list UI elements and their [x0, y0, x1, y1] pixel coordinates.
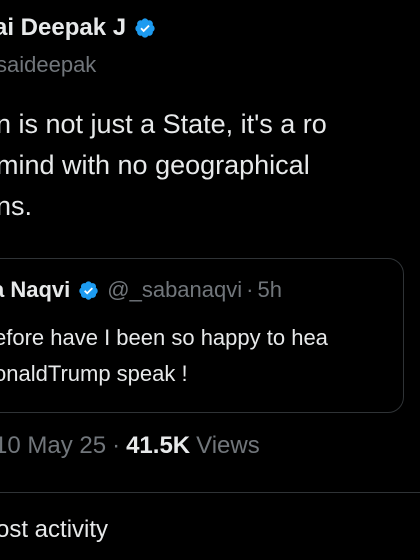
quoted-author-name[interactable]: a Naqvi — [0, 277, 70, 303]
quoted-verified-badge-icon — [79, 280, 98, 300]
divider — [0, 492, 420, 493]
tweet-text-line: n is not just a State, it's a ro — [0, 109, 327, 139]
meta-separator: · — [112, 432, 121, 459]
views-label: Views — [196, 432, 260, 459]
tweet-date[interactable]: 10 May 25 — [0, 432, 106, 460]
post-activity-link[interactable]: ost activity — [0, 516, 108, 544]
views-count: 41.5K — [126, 432, 191, 459]
quoted-text-line: efore have I been so happy to hea — [0, 325, 328, 350]
tweet-text-line: ns. — [0, 191, 33, 221]
quoted-timestamp[interactable]: 5h — [257, 277, 281, 303]
author-name[interactable]: ai Deepak J — [0, 14, 126, 42]
verified-badge-icon — [135, 18, 155, 38]
tweet-meta: 10 May 25 · 41.5K Views — [0, 432, 260, 460]
quoted-tweet-text: efore have I been so happy to hea onaldT… — [0, 320, 328, 392]
tweet-text-line: mind with no geographical — [0, 150, 310, 180]
author-name-row[interactable]: ai Deepak J — [0, 14, 156, 42]
quoted-tweet-header: a Naqvi @_sabanaqvi · 5h — [0, 277, 282, 303]
author-handle[interactable]: saideepak — [0, 52, 96, 78]
quoted-separator: · — [246, 277, 254, 302]
quoted-text-line: onaldTrump speak ! — [0, 361, 188, 386]
tweet-text: n is not just a State, it's a ro mind wi… — [0, 104, 327, 227]
quoted-author-handle[interactable]: @_sabanaqvi — [107, 277, 242, 303]
